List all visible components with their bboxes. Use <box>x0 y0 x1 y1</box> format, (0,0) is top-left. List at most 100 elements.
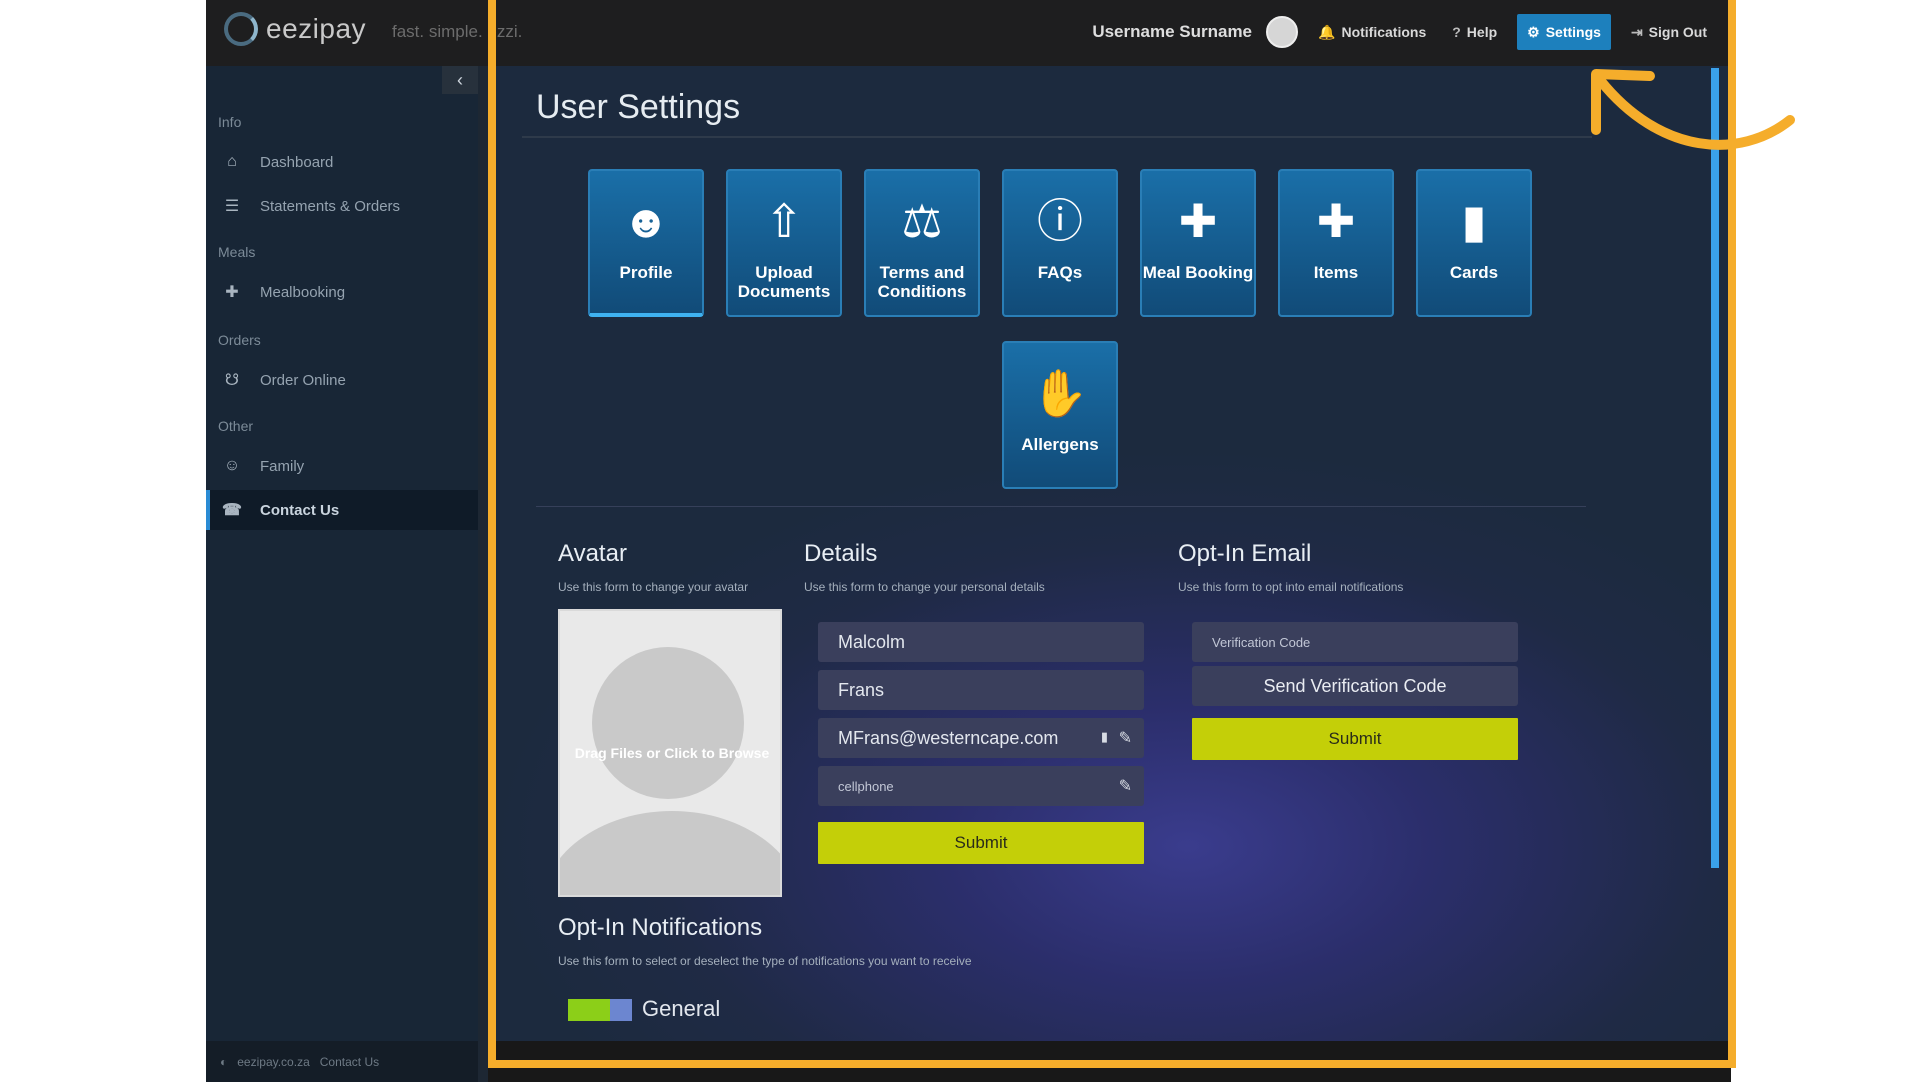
sidebar-section-orders: Orders <box>218 332 261 348</box>
optin-notifications-title: Opt-In Notifications <box>558 914 763 941</box>
sign-out-link[interactable]: ⇥ Sign Out <box>1625 14 1713 50</box>
top-bar: eezipay fast. simple. ezzi. Username Sur… <box>206 0 1731 66</box>
hand-icon: ✋ <box>1031 367 1089 419</box>
verification-code-input[interactable]: Verification Code <box>1192 622 1518 662</box>
edit-icon[interactable]: ✎ <box>1119 776 1132 796</box>
tile-label: Profile <box>619 263 673 282</box>
footer-logo-icon: ◐ <box>220 1054 228 1069</box>
brand-name: eezipay <box>266 13 367 44</box>
brand-tagline: fast. simple. ezzi. <box>392 22 523 41</box>
avatar-description: Use this form to change your avatar <box>558 580 749 594</box>
screenshot-stage: eezipay fast. simple. ezzi. Username Sur… <box>0 0 1920 1082</box>
sidebar-item-label: Dashboard <box>260 153 334 171</box>
toggle-knob <box>610 999 632 1021</box>
optin-email-title: Opt-In Email <box>1178 540 1312 567</box>
edit-icon[interactable]: ✎ <box>1119 728 1132 748</box>
question-circle-icon: ⓘ <box>1037 195 1083 247</box>
message-icon: ▮ <box>1100 729 1108 744</box>
user-avatar[interactable] <box>1266 16 1299 48</box>
question-icon: ? <box>1452 24 1461 40</box>
tile-profile[interactable]: ☻ Profile <box>588 169 704 317</box>
cellphone-placeholder: cellphone <box>838 778 894 794</box>
tile-terms-and-conditions[interactable]: ⚖ Terms and Conditions <box>864 169 980 317</box>
tile-label: Cards <box>1449 263 1499 282</box>
general-toggle[interactable] <box>568 999 632 1021</box>
list-icon: ☰ <box>224 198 240 215</box>
sidebar-item-label: Mealbooking <box>260 283 346 301</box>
tile-faqs[interactable]: ⓘ FAQs <box>1002 169 1118 317</box>
sidebar-item-label: Statements & Orders <box>260 197 401 215</box>
sidebar-item-order-online[interactable]: ☋ Order Online <box>206 360 478 400</box>
sidebar-section-info: Info <box>218 114 242 130</box>
tile-label: Upload Documents <box>737 263 831 301</box>
divider <box>536 506 1586 507</box>
send-verification-code-button[interactable]: Send Verification Code <box>1192 666 1518 706</box>
tile-meal-booking[interactable]: ✚ Meal Booking <box>1140 169 1256 317</box>
main-footer-bar <box>488 1041 1731 1082</box>
details-description: Use this form to change your personal de… <box>804 580 1045 594</box>
dropzone-text: Drag Files or Click to Browse <box>574 745 770 761</box>
notifications-link[interactable]: 🔔 Notifications <box>1312 14 1432 50</box>
divider <box>522 136 1592 138</box>
utensils-icon: ✚ <box>225 284 239 301</box>
settings-label: Settings <box>1545 24 1601 40</box>
toggle-track <box>568 999 610 1021</box>
sidebar-item-label: Contact Us <box>260 501 340 519</box>
utensils-icon: ✚ <box>1178 195 1218 247</box>
tile-label: FAQs <box>1037 263 1083 282</box>
settings-link[interactable]: ⚙ Settings <box>1517 14 1611 50</box>
help-link[interactable]: ? Help <box>1446 14 1503 50</box>
avatar-title: Avatar <box>558 540 627 567</box>
chevron-left-icon[interactable]: ‹ <box>442 66 478 94</box>
sidebar-footer: ◐ eezipay.co.za Contact Us <box>206 1041 478 1082</box>
optin-email-submit-button[interactable]: Submit <box>1192 718 1518 760</box>
help-label: Help <box>1466 24 1498 40</box>
brand-logo[interactable]: eezipay <box>224 12 366 46</box>
notifications-label: Notifications <box>1341 24 1427 40</box>
avatar-dropzone[interactable]: Drag Files or Click to Browse <box>558 609 782 897</box>
sidebar-item-statements[interactable]: ☰ Statements & Orders <box>206 186 478 226</box>
tile-label: Items <box>1313 263 1359 282</box>
scrollbar[interactable] <box>1711 68 1719 868</box>
optin-notifications-description: Use this form to select or deselect the … <box>558 954 972 968</box>
email-value: MFrans@westerncape.com <box>838 727 1059 748</box>
details-submit-button[interactable]: Submit <box>818 822 1144 864</box>
tile-cards[interactable]: ▮ Cards <box>1416 169 1532 317</box>
arrow-annotation <box>1591 69 1795 150</box>
sidebar-item-mealbooking[interactable]: ✚ Mealbooking <box>206 272 478 312</box>
footer-site-link[interactable]: eezipay.co.za <box>237 1055 310 1069</box>
sidebar-item-dashboard[interactable]: ⌂ Dashboard <box>206 142 478 182</box>
user-name[interactable]: Username Surname <box>1092 22 1252 42</box>
avatar-placeholder-head <box>592 647 744 799</box>
email-field[interactable]: MFrans@westerncape.com ▮ ✎ <box>818 718 1144 758</box>
user-icon: ☻ <box>621 195 671 247</box>
sidebar-item-contact-us[interactable]: ☎ Contact Us <box>206 490 478 530</box>
tile-upload-documents[interactable]: ⇧ Upload Documents <box>726 169 842 317</box>
tile-label: Terms and Conditions <box>877 263 967 301</box>
sidebar-item-family[interactable]: ☺ Family <box>206 446 478 486</box>
sidebar-section-meals: Meals <box>218 244 256 260</box>
sign-out-icon: ⇥ <box>1630 23 1643 40</box>
first-name-field[interactable]: Malcolm <box>818 622 1144 662</box>
sidebar: ‹ Info ⌂ Dashboard ☰ Statements & Orders… <box>206 66 478 1041</box>
bell-icon: 🔔 <box>1318 23 1336 40</box>
footer-contact-link[interactable]: Contact Us <box>320 1055 379 1069</box>
avatar-placeholder-body <box>560 811 780 895</box>
utensils-icon: ✚ <box>1316 195 1356 247</box>
top-nav: Username Surname 🔔 Notifications ? Help … <box>1092 10 1713 54</box>
tile-allergens[interactable]: ✋ Allergens <box>1002 341 1118 489</box>
general-toggle-label: General <box>642 996 721 1021</box>
last-name-field[interactable]: Frans <box>818 670 1144 710</box>
logo-icon <box>224 12 258 46</box>
scale-icon: ⚖ <box>901 195 943 247</box>
home-icon: ⌂ <box>227 153 237 170</box>
phone-icon: ☎ <box>222 502 242 519</box>
main-content: User Settings ☻ Profile ⇧ Upload Documen… <box>488 66 1731 1041</box>
tile-items[interactable]: ✚ Items <box>1278 169 1394 317</box>
basket-icon: ☋ <box>224 372 240 389</box>
family-icon: ☺ <box>223 457 241 474</box>
sidebar-item-label: Family <box>260 457 305 475</box>
cellphone-field[interactable]: cellphone ✎ <box>818 766 1144 806</box>
app-window: eezipay fast. simple. ezzi. Username Sur… <box>206 0 1731 1082</box>
tile-label: Allergens <box>1021 435 1099 454</box>
